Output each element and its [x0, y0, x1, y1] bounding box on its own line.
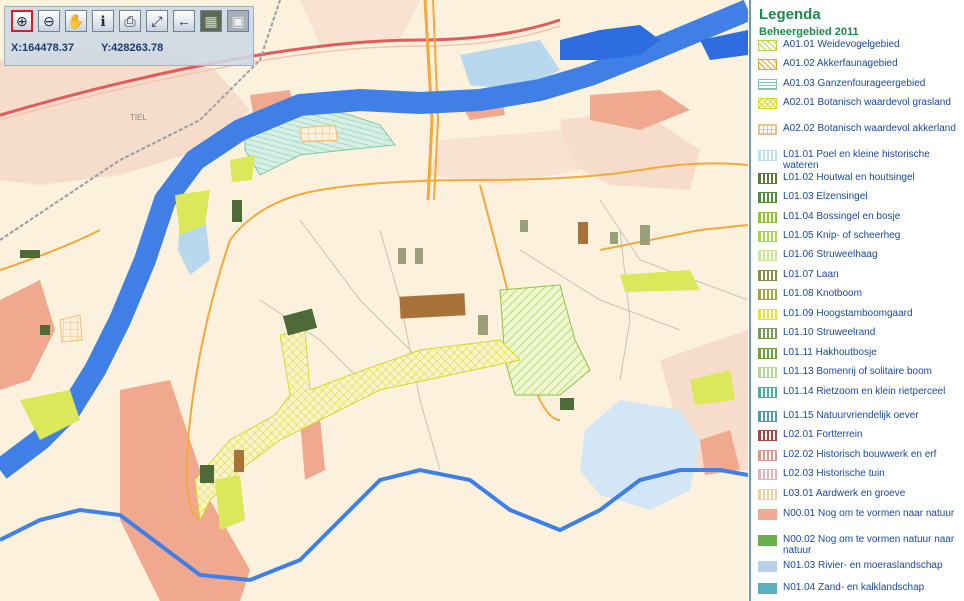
- legend-item-label: L01.06 Struweelhaag: [783, 249, 878, 260]
- legend-item-label: A01.01 Weidevogelgebied: [783, 39, 900, 50]
- pan-hand-icon[interactable]: ✋: [65, 10, 87, 32]
- legend-panel: Legenda Beheergebied 2011 A01.01 Weidevo…: [752, 0, 964, 601]
- legend-swatch: [758, 98, 777, 109]
- legend-swatch: [758, 489, 777, 500]
- full-extent-icon[interactable]: ⤢: [146, 10, 168, 32]
- legend-item-label: L02.03 Historische tuin: [783, 468, 885, 479]
- map-toolbar: ⊕ ⊖ ✋ ℹ ⎙ ⤢ ← ▦ ▣ X:164478.37 Y:428263.7…: [4, 6, 254, 66]
- legend-swatch: [758, 348, 777, 359]
- map-canvas[interactable]: TIEL: [0, 0, 748, 601]
- x-coordinate: X:164478.37: [11, 42, 74, 54]
- legend-subtitle: Beheergebied 2011: [759, 26, 859, 38]
- info-icon[interactable]: ℹ: [92, 10, 114, 32]
- legend-swatch: [758, 535, 777, 546]
- legend-item-label: L01.01 Poel en kleine historische watere…: [783, 149, 930, 171]
- print-icon[interactable]: ⎙: [119, 10, 141, 32]
- legend-item-label: L01.05 Knip- of scheerheg: [783, 230, 901, 241]
- legend-item-label: L01.08 Knotboom: [783, 288, 862, 299]
- botanical-grassland: [194, 329, 522, 522]
- legend-swatch: [758, 40, 777, 51]
- legend-swatch: [758, 231, 777, 242]
- legend-item-label: L01.10 Struweelrand: [783, 327, 876, 338]
- legend-item-label: L03.01 Aardwerk en groeve: [783, 488, 906, 499]
- legend-swatch: [758, 192, 777, 203]
- map-view[interactable]: TIEL ⊕ ⊖ ✋ ℹ ⎙ ⤢ ← ▦ ▣ X:164478.37 Y:428…: [0, 0, 748, 601]
- legend-item-label: A01.02 Akkerfaunagebied: [783, 58, 898, 69]
- legend-swatch: [758, 469, 777, 480]
- legend-swatch: [758, 250, 777, 261]
- legend-item-label: A01.03 Ganzenfourageergebied: [783, 78, 926, 89]
- legend-swatch: [758, 79, 777, 90]
- legend-item-label: A02.01 Botanisch waardevol grasland: [783, 97, 951, 108]
- legend-item-label: L01.15 Natuurvriendelijk oever: [783, 410, 919, 421]
- legend-item-label: L01.02 Houtwal en houtsingel: [783, 172, 915, 183]
- aerial-photo-icon[interactable]: ▦: [200, 10, 222, 32]
- legend-item-label: N01.03 Rivier- en moeraslandschap: [783, 560, 943, 571]
- panel-divider[interactable]: [749, 0, 751, 601]
- legend-swatch: [758, 59, 777, 70]
- legend-swatch: [758, 124, 777, 135]
- legend-swatch: [758, 450, 777, 461]
- legend-item-label: L01.03 Elzensingel: [783, 191, 868, 202]
- legend-swatch: [758, 173, 777, 184]
- legend-item-label: L01.13 Bomenrij of solitaire boom: [783, 366, 932, 377]
- y-coordinate: Y:428263.78: [101, 42, 164, 54]
- legend-swatch: [758, 328, 777, 339]
- legend-swatch: [758, 150, 777, 161]
- botanical-arable: [299, 124, 339, 143]
- legend-item-label: L01.07 Laan: [783, 269, 839, 280]
- meadow-bird-area: [499, 284, 591, 396]
- legend-swatch: [758, 387, 777, 398]
- legend-item-label: N01.04 Zand- en kalklandschap: [783, 582, 925, 593]
- legend-swatch: [758, 583, 777, 594]
- legend-swatch: [758, 561, 777, 572]
- legend-title: Legenda: [759, 6, 821, 23]
- legend-item-label: L02.01 Fortterrein: [783, 429, 863, 440]
- legend-swatch: [758, 430, 777, 441]
- back-arrow-icon[interactable]: ←: [173, 10, 195, 32]
- urban-areas: [0, 0, 748, 470]
- legend-item-label: N00.01 Nog om te vormen naar natuur: [783, 508, 955, 519]
- legend-item-label: L02.02 Historisch bouwwerk en erf: [783, 449, 937, 460]
- legend-item-label: L01.14 Rietzoom en klein rietperceel: [783, 386, 946, 397]
- legend-swatch: [758, 212, 777, 223]
- legend-item-label: A02.02 Botanisch waardevol akkerland: [783, 123, 956, 134]
- legend-item-label: L01.11 Hakhoutbosje: [783, 347, 877, 358]
- zoom-out-icon[interactable]: ⊖: [38, 10, 60, 32]
- base-map-icon[interactable]: ▣: [227, 10, 249, 32]
- botanical-arable-2: [59, 314, 83, 343]
- zoom-in-icon[interactable]: ⊕: [11, 10, 33, 32]
- legend-swatch: [758, 270, 777, 281]
- town-label-tiel: TIEL: [130, 113, 147, 122]
- legend-swatch: [758, 411, 777, 422]
- legend-item-label: L01.04 Bossingel en bosje: [783, 211, 901, 222]
- legend-swatch: [758, 367, 777, 378]
- legend-swatch: [758, 309, 777, 320]
- legend-swatch: [758, 289, 777, 300]
- legend-item-label: L01.09 Hoogstamboomgaard: [783, 308, 913, 319]
- legend-item-label: N00.02 Nog om te vormen natuur naar natu…: [783, 534, 955, 556]
- legend-swatch: [758, 509, 777, 520]
